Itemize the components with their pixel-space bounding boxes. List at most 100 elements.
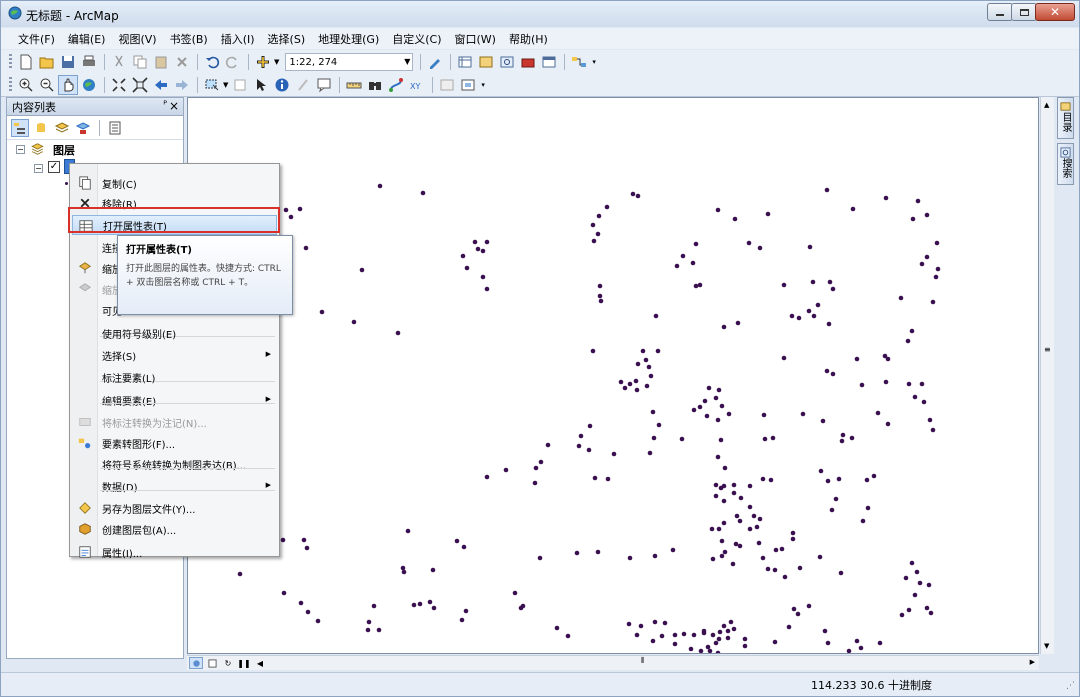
toolbar-grip[interactable] xyxy=(9,54,12,70)
menu-item[interactable]: 地理处理(G) xyxy=(311,28,385,49)
identify-icon[interactable] xyxy=(272,75,292,95)
table-of-contents-icon[interactable] xyxy=(455,52,475,72)
context-menu-item[interactable]: 创建图层包(A)... xyxy=(72,519,277,539)
resize-grip-icon[interactable]: ⋰ xyxy=(1066,681,1075,691)
pin-icon[interactable]: ᴾ xyxy=(163,100,167,111)
back-extent-icon[interactable] xyxy=(151,75,171,95)
menu-item[interactable]: 自定义(C) xyxy=(385,28,447,49)
full-extent-globe-icon[interactable] xyxy=(79,75,99,95)
collapse-layer-toggle[interactable]: − xyxy=(34,164,43,173)
vertical-scrollbar[interactable]: ▲ ≡ ▼ xyxy=(1040,97,1054,654)
context-menu-item[interactable]: 属性(I)... xyxy=(72,542,277,562)
context-menu-item[interactable]: 将符号系统转换为制图表达(B)... xyxy=(72,454,277,474)
toolbar-grip[interactable] xyxy=(9,76,12,93)
list-by-source-icon[interactable] xyxy=(32,119,50,137)
toolbar-overflow-icon[interactable]: ▾ xyxy=(592,58,596,66)
search-window-icon[interactable] xyxy=(497,52,517,72)
forward-extent-icon[interactable] xyxy=(172,75,192,95)
context-menu-item[interactable]: 选择(S) ▶ xyxy=(72,345,277,365)
close-button[interactable]: ✕ xyxy=(1035,3,1075,21)
context-menu-item[interactable]: 使用符号级别(E) xyxy=(72,323,277,343)
menu-item[interactable]: 编辑(E) xyxy=(61,28,112,49)
find-route-icon[interactable] xyxy=(386,75,406,95)
refresh-icon[interactable]: ↻ xyxy=(221,657,235,669)
context-menu-item[interactable]: 标注要素(L) xyxy=(72,367,277,387)
save-icon[interactable] xyxy=(58,52,78,72)
point-feature xyxy=(638,623,644,629)
layer-visibility-checkbox[interactable]: ✓ xyxy=(48,161,60,173)
map-scale-combo[interactable]: 1:22, 274 ▼ xyxy=(285,53,414,71)
menu-item[interactable]: 书签(B) xyxy=(163,28,214,49)
context-menu-item[interactable]: 要素转图形(F)... xyxy=(72,433,277,453)
hyperlink-icon[interactable] xyxy=(293,75,313,95)
list-by-visibility-icon[interactable] xyxy=(53,119,71,137)
point-feature xyxy=(910,216,916,222)
time-slider-icon[interactable] xyxy=(437,75,457,95)
create-viewer-window-icon[interactable] xyxy=(458,75,478,95)
minimize-button[interactable] xyxy=(987,3,1013,21)
catalog-dock-tab[interactable]: 目录 xyxy=(1057,97,1074,139)
new-document-icon[interactable] xyxy=(16,52,36,72)
delete-icon[interactable] xyxy=(172,52,192,72)
find-binoculars-icon[interactable] xyxy=(365,75,385,95)
layout-view-button[interactable] xyxy=(205,657,219,669)
modelbuilder-icon[interactable] xyxy=(569,52,589,72)
toc-close-icon[interactable]: × xyxy=(169,99,179,113)
go-to-xy-icon[interactable]: XY xyxy=(407,75,427,95)
editor-toolbar-icon[interactable] xyxy=(425,52,445,72)
cut-icon[interactable] xyxy=(109,52,129,72)
horizontal-scrollbar[interactable]: ⦀ ▶ xyxy=(271,656,1035,668)
point-feature xyxy=(688,646,694,652)
layers-group-label[interactable]: 图层 xyxy=(53,142,75,158)
paste-icon[interactable] xyxy=(151,52,171,72)
map-display[interactable] xyxy=(187,97,1039,654)
arctoolbox-icon[interactable] xyxy=(518,52,538,72)
pan-hand-icon[interactable] xyxy=(58,74,78,95)
data-view-button[interactable] xyxy=(189,657,203,669)
copy-icon[interactable] xyxy=(130,52,150,72)
context-menu-item[interactable]: 另存为图层文件(Y)... xyxy=(72,498,277,518)
menu-item[interactable]: 帮助(H) xyxy=(502,28,554,49)
scroll-left-icon[interactable]: ◀ xyxy=(253,657,267,669)
scroll-up-icon[interactable]: ▲ xyxy=(1044,101,1049,109)
add-data-icon[interactable] xyxy=(253,52,273,72)
chevron-down-icon[interactable]: ▼ xyxy=(274,58,279,66)
pause-drawing-icon[interactable]: ❚❚ xyxy=(237,657,251,669)
zoom-in-icon[interactable] xyxy=(16,75,36,95)
maximize-button[interactable] xyxy=(1011,3,1037,21)
menu-item[interactable]: 视图(V) xyxy=(111,28,162,49)
menu-item[interactable]: 文件(F) xyxy=(11,28,61,49)
python-window-icon[interactable] xyxy=(539,52,559,72)
toolbar-overflow-icon[interactable]: ▾ xyxy=(481,81,485,89)
list-by-selection-icon[interactable] xyxy=(74,119,92,137)
context-menu-item[interactable]: 复制(C) xyxy=(72,173,277,193)
context-menu-item[interactable]: 编辑要素(E) ▶ xyxy=(72,390,277,410)
catalog-icon[interactable] xyxy=(476,52,496,72)
undo-icon[interactable] xyxy=(202,52,222,72)
point-feature xyxy=(710,632,716,638)
select-features-icon[interactable] xyxy=(202,75,222,95)
properties-icon xyxy=(77,544,93,560)
list-by-drawing-order-icon[interactable] xyxy=(11,118,29,137)
html-popup-icon[interactable] xyxy=(314,75,334,95)
context-menu-item[interactable]: 数据(D) ▶ xyxy=(72,476,277,496)
menu-item[interactable]: 插入(I) xyxy=(214,28,261,49)
fixed-zoom-in-icon[interactable] xyxy=(109,75,129,95)
open-folder-icon[interactable] xyxy=(37,52,57,72)
redo-icon[interactable] xyxy=(223,52,243,72)
fixed-zoom-out-icon[interactable] xyxy=(130,75,150,95)
search-dock-tab[interactable]: 搜索 xyxy=(1057,143,1074,185)
measure-icon[interactable] xyxy=(344,75,364,95)
chevron-down-icon[interactable]: ▼ xyxy=(223,81,228,89)
context-menu-item-label: 将标注转换为注记(N)... xyxy=(102,418,207,430)
scroll-down-icon[interactable]: ▼ xyxy=(1044,642,1049,650)
collapse-layers-toggle[interactable]: − xyxy=(16,145,25,154)
toc-options-icon[interactable] xyxy=(106,119,124,137)
print-icon[interactable] xyxy=(79,52,99,72)
menu-item[interactable]: 选择(S) xyxy=(261,28,312,49)
select-elements-arrow-icon[interactable] xyxy=(251,75,271,95)
clear-selection-icon[interactable] xyxy=(230,75,250,95)
menu-item[interactable]: 窗口(W) xyxy=(448,28,502,49)
scroll-right-icon[interactable]: ▶ xyxy=(1030,658,1035,666)
zoom-out-icon[interactable] xyxy=(37,75,57,95)
